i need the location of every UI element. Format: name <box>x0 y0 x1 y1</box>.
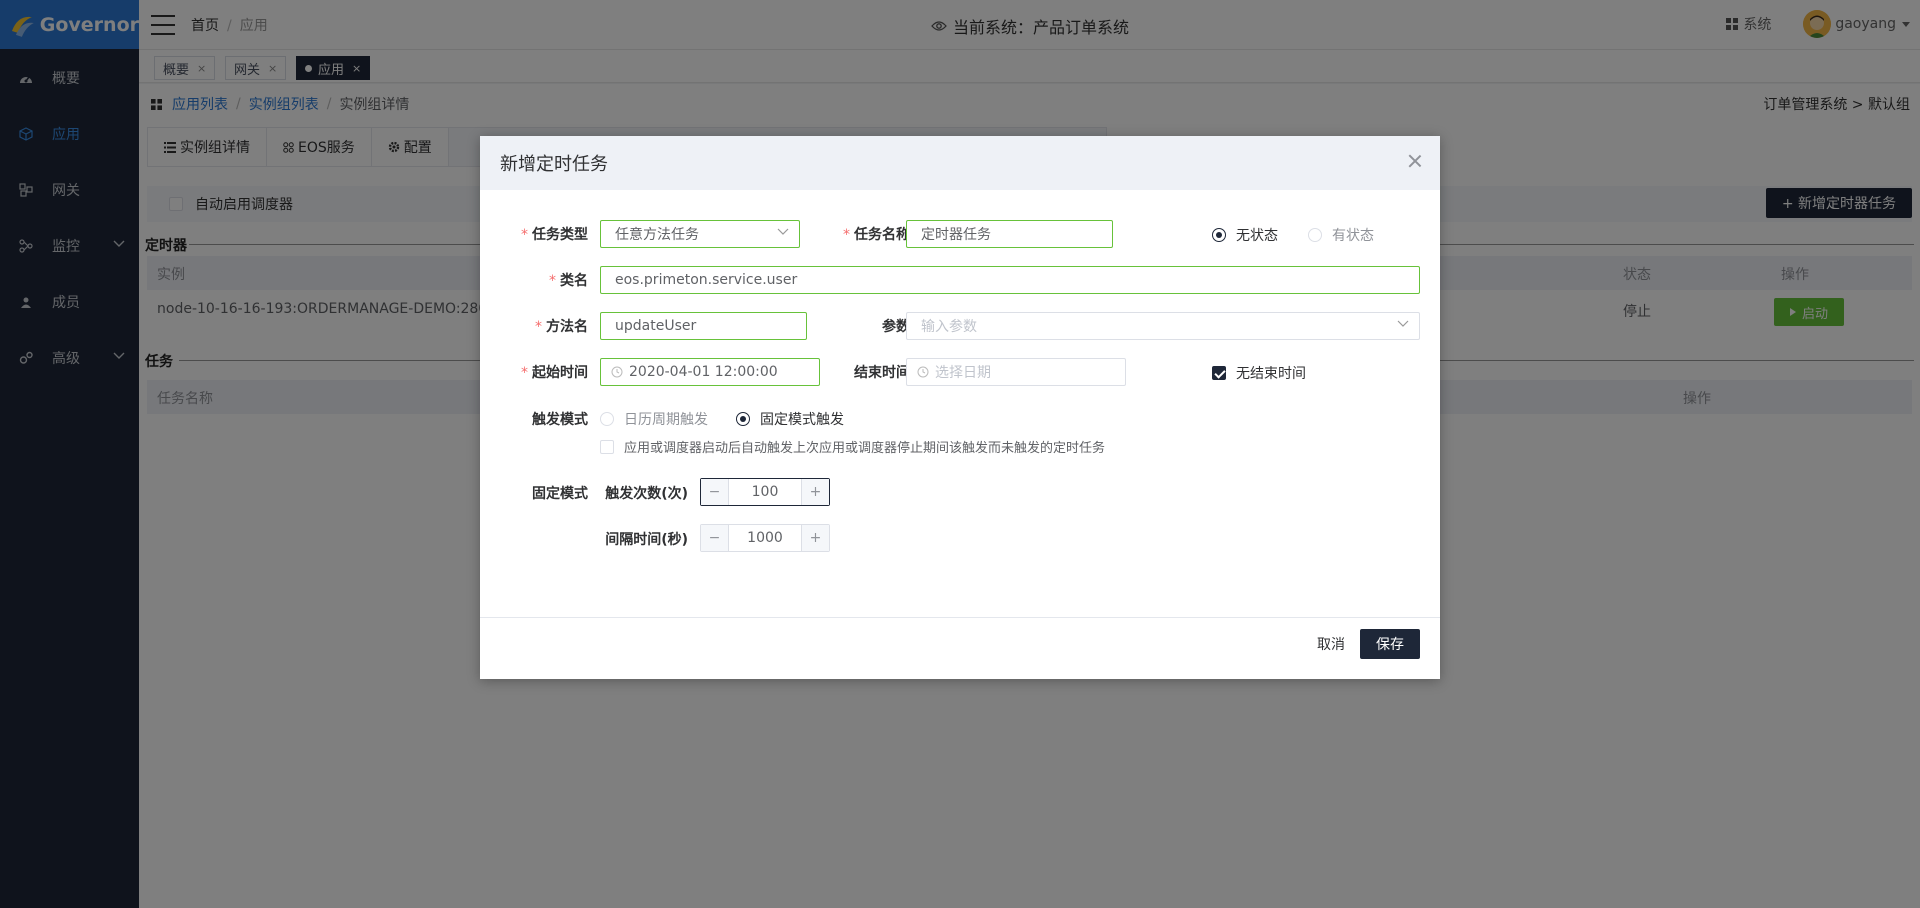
trigger-mode-label: 触发模式 <box>532 412 588 428</box>
fixed-mode-label: 固定模式 <box>532 486 588 502</box>
class-name-value: eos.primeton.service.user <box>615 272 798 288</box>
dialog-footer: 取消 保存 <box>480 617 1440 679</box>
stateful-radio[interactable]: 有状态 <box>1308 225 1374 245</box>
start-time-label: * 起始时间 <box>521 365 588 381</box>
start-time-value: 2020-04-01 12:00:00 <box>629 364 778 380</box>
add-scheduled-task-dialog: 新增定时任务 * 任务类型 任意方法任务 * 任务名称 定时器任务 无状态 有状态 … <box>480 136 1440 679</box>
calendar-trigger-radio[interactable]: 日历周期触发 <box>600 409 708 429</box>
cancel-button[interactable]: 取消 <box>1317 634 1345 654</box>
trigger-count-stepper[interactable]: − 100 + <box>700 478 830 506</box>
task-name-label: * 任务名称 <box>843 227 910 243</box>
class-name-label: * 类名 <box>549 273 588 289</box>
radio-checked-icon <box>1212 228 1226 242</box>
task-name-input[interactable]: 定时器任务 <box>906 220 1113 248</box>
interval-label: 间隔时间(秒) <box>605 532 688 548</box>
increment-button[interactable]: + <box>801 525 829 551</box>
chevron-down-icon <box>1397 320 1409 327</box>
end-time-placeholder: 选择日期 <box>935 365 991 381</box>
checkbox-checked-icon <box>1212 366 1226 380</box>
dialog-title: 新增定时任务 <box>500 154 608 175</box>
auto-trigger-checkbox[interactable]: 应用或调度器启动后自动触发上次应用或调度器停止期间该触发而未触发的定时任务 <box>600 437 1105 456</box>
task-name-value: 定时器任务 <box>921 227 991 243</box>
interval-value[interactable]: 1000 <box>729 525 801 551</box>
task-type-label: * 任务类型 <box>521 227 588 243</box>
method-label: * 方法名 <box>535 319 588 335</box>
task-type-value: 任意方法任务 <box>615 227 699 243</box>
params-label: 参数 <box>882 319 910 335</box>
decrement-button[interactable]: − <box>701 479 729 505</box>
checkbox-unchecked-icon <box>600 439 614 454</box>
radio-checked-icon <box>736 412 750 426</box>
trigger-count-label: 触发次数(次) <box>605 486 688 502</box>
stateless-radio[interactable]: 无状态 <box>1212 225 1278 245</box>
save-button[interactable]: 保存 <box>1360 629 1420 659</box>
clock-icon <box>611 366 623 378</box>
increment-button[interactable]: + <box>801 479 829 505</box>
chevron-down-icon <box>777 228 789 235</box>
trigger-count-value[interactable]: 100 <box>729 479 801 505</box>
interval-stepper[interactable]: − 1000 + <box>700 524 830 552</box>
end-time-picker[interactable]: 选择日期 <box>906 358 1126 386</box>
close-icon[interactable] <box>1408 154 1422 168</box>
start-time-picker[interactable]: 2020-04-01 12:00:00 <box>600 358 820 386</box>
task-type-select[interactable]: 任意方法任务 <box>600 220 800 248</box>
method-input[interactable]: updateUser <box>600 312 807 340</box>
clock-icon <box>917 366 929 378</box>
radio-unchecked-icon <box>600 412 614 426</box>
dialog-header: 新增定时任务 <box>480 136 1440 190</box>
class-name-input[interactable]: eos.primeton.service.user <box>600 266 1420 294</box>
method-value: updateUser <box>615 318 697 334</box>
fixed-trigger-radio[interactable]: 固定模式触发 <box>736 409 844 429</box>
params-select[interactable]: 输入参数 <box>906 312 1420 340</box>
radio-unchecked-icon <box>1308 228 1322 242</box>
end-time-label: 结束时间 <box>854 365 910 381</box>
no-end-time-checkbox[interactable]: 无结束时间 <box>1212 363 1306 383</box>
decrement-button[interactable]: − <box>701 525 729 551</box>
params-placeholder: 输入参数 <box>921 319 977 335</box>
